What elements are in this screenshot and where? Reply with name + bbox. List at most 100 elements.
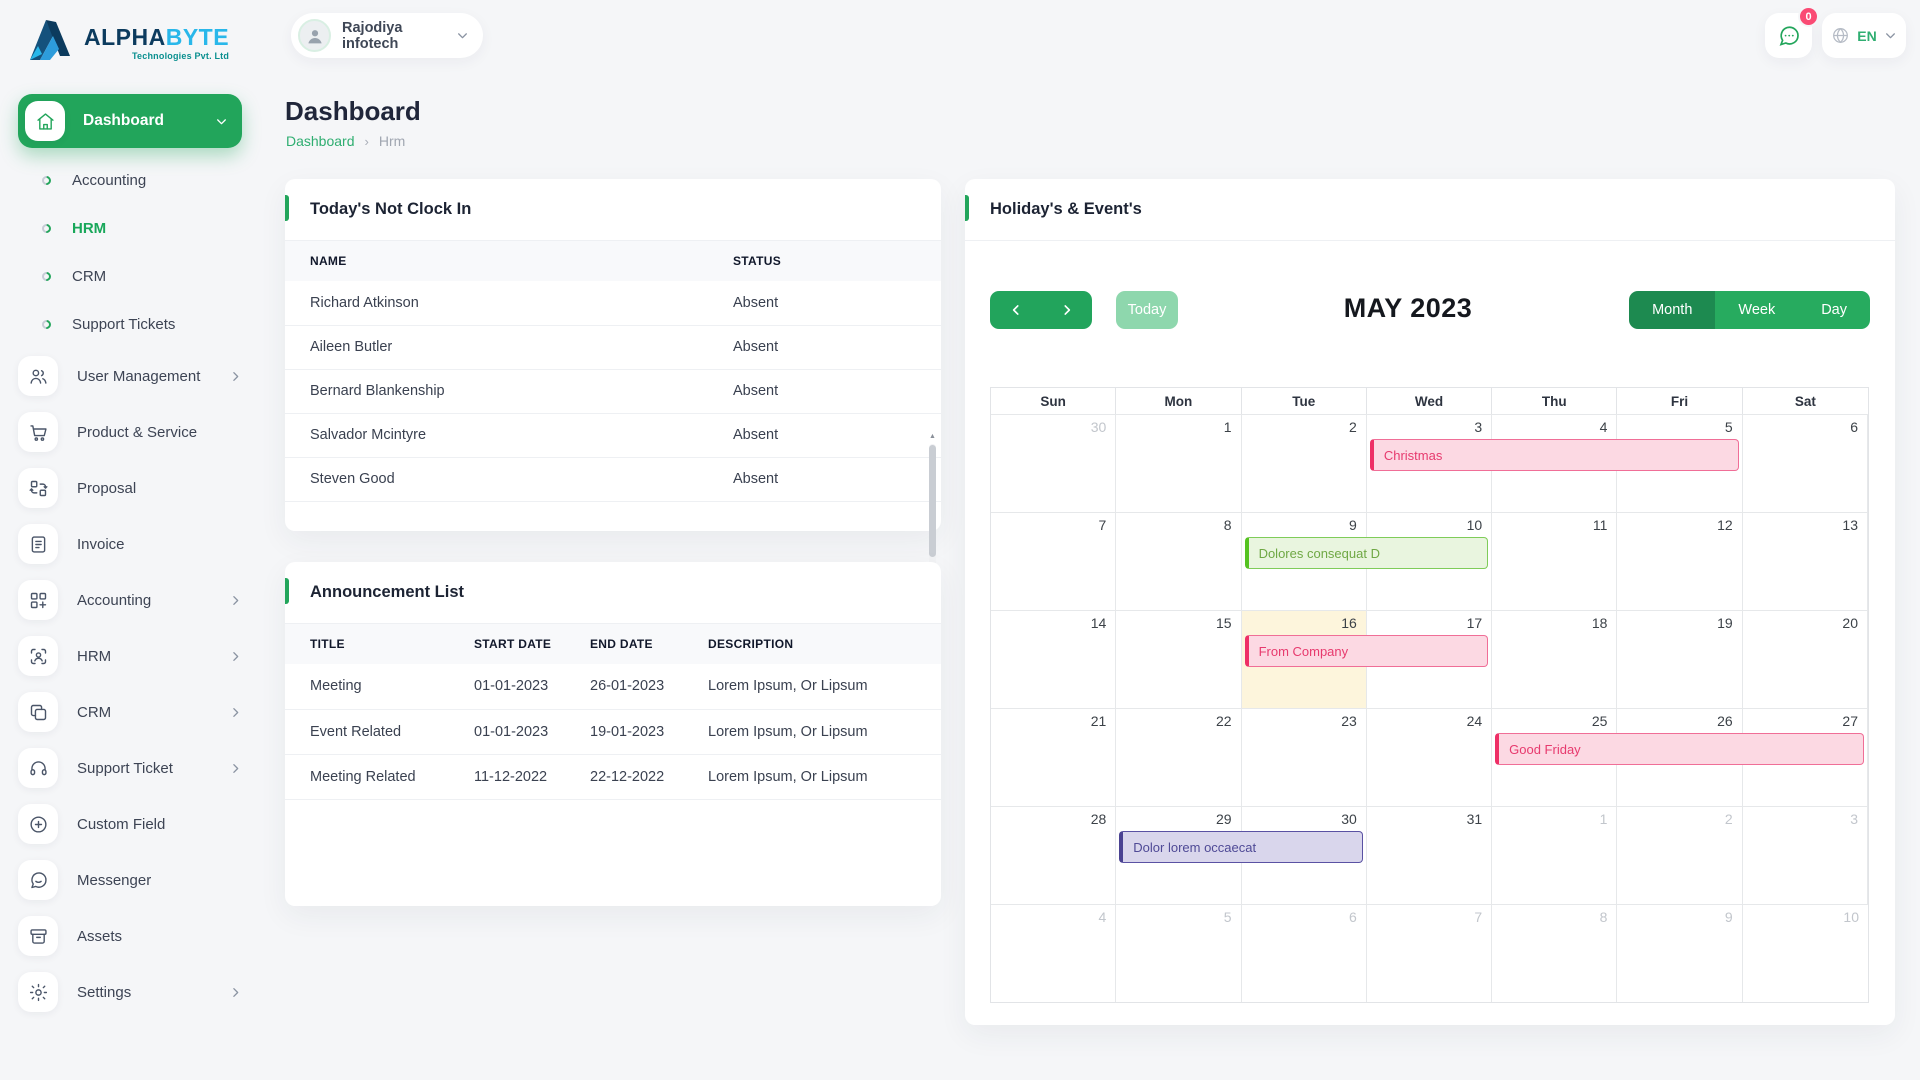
day-number: 17 [1467, 615, 1483, 631]
scroll-up-arrow-icon[interactable]: ▲ [927, 431, 938, 443]
calendar-day-cell[interactable]: 8 [1492, 905, 1617, 1002]
view-button-week[interactable]: Week [1715, 291, 1798, 329]
sidebar-item-support-ticket[interactable]: Support Ticket [18, 740, 242, 796]
calendar-day-cell[interactable]: 19 [1617, 611, 1742, 708]
sidebar-item-custom-field[interactable]: Custom Field [18, 796, 242, 852]
day-number: 20 [1842, 615, 1858, 631]
calendar-event[interactable]: Christmas [1370, 439, 1739, 471]
calendar-event[interactable]: From Company [1245, 635, 1489, 667]
calendar-event-label: From Company [1259, 644, 1349, 659]
calendar-week-row: 14151617181920From Company [991, 610, 1868, 708]
sidebar-item-label: User Management [77, 368, 229, 385]
gear-icon [18, 972, 58, 1012]
day-number: 7 [1474, 909, 1482, 925]
calendar-day-cell[interactable]: 8 [1116, 513, 1241, 610]
sidebar-item-messenger[interactable]: Messenger [18, 852, 242, 908]
view-button-day[interactable]: Day [1798, 291, 1870, 329]
calendar-day-cell[interactable]: 13 [1743, 513, 1868, 610]
calendar-day-cell[interactable]: 4 [991, 905, 1116, 1002]
sidebar-item-hrm[interactable]: HRM [18, 628, 242, 684]
calendar-day-cell[interactable]: 9 [1617, 905, 1742, 1002]
table-cell: Bernard Blankenship [285, 369, 708, 413]
day-number: 10 [1467, 517, 1483, 533]
calendar-day-cell[interactable]: 20 [1743, 611, 1868, 708]
calendar-day-cell[interactable]: 22 [1116, 709, 1241, 806]
sidebar-item-label: Product & Service [77, 424, 242, 441]
calendar-day-cell[interactable]: 28 [991, 807, 1116, 904]
calendar-day-cell[interactable]: 21 [991, 709, 1116, 806]
day-number: 8 [1224, 517, 1232, 533]
calendar-day-cell[interactable]: 7 [991, 513, 1116, 610]
calendar-day-cell[interactable]: 10 [1743, 905, 1868, 1002]
brand-tagline: Technologies Pvt. Ltd [84, 52, 229, 61]
messages-button[interactable]: 0 [1765, 13, 1812, 58]
breadcrumb-link-dashboard[interactable]: Dashboard [286, 133, 355, 149]
scrollbar-thumb[interactable] [929, 445, 936, 557]
calendar-day-cell[interactable]: 6 [1242, 905, 1367, 1002]
calendar-day-cell[interactable]: 11 [1492, 513, 1617, 610]
sidebar-item-user-management[interactable]: User Management [18, 348, 242, 404]
calendar-day-cell[interactable]: 1 [1116, 415, 1241, 512]
day-number: 3 [1474, 419, 1482, 435]
day-of-week-label: Mon [1116, 388, 1241, 414]
sidebar-item-product-service[interactable]: Product & Service [18, 404, 242, 460]
calendar-day-cell[interactable]: 14 [991, 611, 1116, 708]
sidebar-item-proposal[interactable]: Proposal [18, 460, 242, 516]
calendar-day-cell[interactable]: 1 [1492, 807, 1617, 904]
calendar-day-cell[interactable]: 23 [1242, 709, 1367, 806]
circle-bullet-icon [40, 318, 53, 331]
sidebar-item-assets[interactable]: Assets [18, 908, 242, 964]
language-selector[interactable]: EN [1822, 13, 1906, 58]
calendar-week-row: 21222324252627Good Friday [991, 708, 1868, 806]
day-number: 18 [1592, 615, 1608, 631]
table-cell: Lorem Ipsum, Or Lipsum [683, 709, 941, 754]
calendar-day-cell[interactable]: 18 [1492, 611, 1617, 708]
company-selector[interactable]: Rajodiya infotech [291, 13, 483, 58]
calendar-day-cell[interactable]: 24 [1367, 709, 1492, 806]
announcement-table: TITLE START DATE END DATE DESCRIPTION Me… [285, 624, 941, 800]
calendar-day-cell[interactable]: 7 [1367, 905, 1492, 1002]
sidebar-item-hrm[interactable]: HRM [18, 204, 242, 252]
calendar-event[interactable]: Dolores consequat D [1245, 537, 1489, 569]
table-cell: Event Related [285, 709, 449, 754]
day-number: 1 [1600, 811, 1608, 827]
globe-icon [1831, 26, 1850, 45]
calendar-day-cell[interactable]: 5 [1116, 905, 1241, 1002]
calendar-event[interactable]: Dolor lorem occaecat [1119, 831, 1363, 863]
sidebar-item-support-tickets[interactable]: Support Tickets [18, 300, 242, 348]
calendar-day-cell[interactable]: 15 [1116, 611, 1241, 708]
sidebar-item-dashboard[interactable]: Dashboard [18, 94, 242, 148]
calendar-day-cell[interactable]: 3 [1743, 807, 1868, 904]
calendar-day-cell[interactable]: 31 [1367, 807, 1492, 904]
sidebar: ALPHABYTE Technologies Pvt. Ltd Dashboar… [0, 0, 262, 1080]
sidebar-item-crm[interactable]: CRM [18, 252, 242, 300]
calendar-day-cell[interactable]: 6 [1743, 415, 1868, 512]
calendar-day-cell[interactable]: 2 [1617, 807, 1742, 904]
calendar-weeks: 30123456Christmas78910111213Dolores cons… [991, 414, 1868, 1002]
calendar-day-cell[interactable]: 12 [1617, 513, 1742, 610]
not-clock-in-table: NAME STATUS Richard AtkinsonAbsentAileen… [285, 241, 941, 502]
calendar-day-cell[interactable]: 2 [1242, 415, 1367, 512]
calendar-event[interactable]: Good Friday [1495, 733, 1864, 765]
hrm-icon [18, 636, 58, 676]
table-cell: 01-01-2023 [449, 664, 565, 709]
day-number: 8 [1600, 909, 1608, 925]
table-cell: Lorem Ipsum, Or Lipsum [683, 664, 941, 709]
day-of-week-label: Tue [1242, 388, 1367, 414]
sidebar-item-crm[interactable]: CRM [18, 684, 242, 740]
day-number: 22 [1216, 713, 1232, 729]
day-number: 4 [1098, 909, 1106, 925]
calendar-day-cell[interactable]: 30 [991, 415, 1116, 512]
sidebar-item-accounting[interactable]: Accounting [18, 156, 242, 204]
sidebar-item-invoice[interactable]: Invoice [18, 516, 242, 572]
view-button-month[interactable]: Month [1629, 291, 1715, 329]
sidebar-item-settings[interactable]: Settings [18, 964, 242, 1020]
chevron-right-icon [229, 370, 242, 383]
cart-icon [18, 412, 58, 452]
sidebar-item-accounting[interactable]: Accounting [18, 572, 242, 628]
table-cell: Absent [708, 281, 941, 325]
chevron-right-icon [229, 986, 242, 999]
breadcrumb-current: Hrm [379, 133, 405, 149]
calendar-week-row: 28293031123Dolor lorem occaecat [991, 806, 1868, 904]
breadcrumb-separator: › [365, 134, 369, 149]
